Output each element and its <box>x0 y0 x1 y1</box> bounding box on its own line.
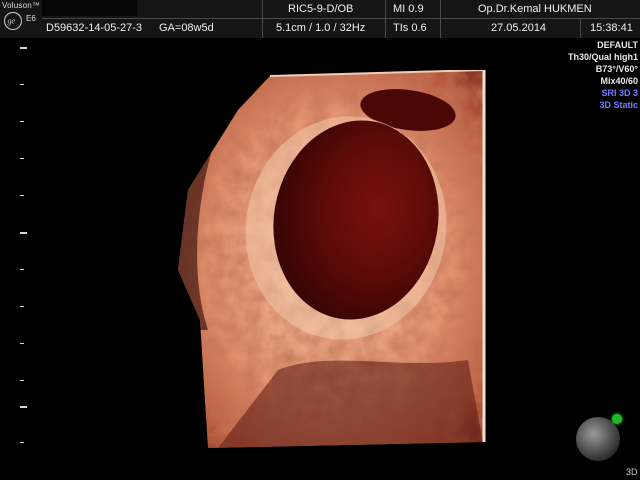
param-quality: Th30/Qual high1 <box>567 52 638 62</box>
gestational-age: GA=08w5d <box>159 22 214 34</box>
ruler-tick <box>20 406 27 408</box>
ruler-tick <box>20 195 24 196</box>
ge-logo-icon: ge <box>4 12 22 30</box>
brand-block: Voluson™ ge E6 <box>0 0 42 38</box>
redacted-name-block <box>42 0 137 16</box>
ruler-tick <box>20 121 24 122</box>
patient-id: D59632-14-05-27-3 <box>46 22 143 34</box>
param-sri: SRI 3D 3 <box>601 88 638 98</box>
model-label: E6 <box>26 14 36 23</box>
orientation-marker-icon <box>612 414 622 424</box>
header-divider <box>580 19 581 38</box>
header-row-divider <box>42 18 640 19</box>
ruler-tick <box>20 269 24 270</box>
param-mode: 3D Static <box>599 100 638 110</box>
header-divider <box>262 0 263 38</box>
header-divider <box>385 0 386 38</box>
ultrasound-3d-render[interactable] <box>178 69 486 448</box>
ruler-tick <box>20 158 24 159</box>
ruler-tick <box>20 84 24 85</box>
orientation-ball-icon[interactable] <box>576 417 620 461</box>
svg-text:ge: ge <box>8 17 16 26</box>
scan-params: 5.1cm / 1.0 / 32Hz <box>276 22 366 34</box>
ruler-tick <box>20 442 24 443</box>
ruler-tick <box>20 232 27 234</box>
header-divider <box>440 0 441 38</box>
param-mix: Mix40/60 <box>600 76 638 86</box>
mi-value: MI 0.9 <box>393 3 424 15</box>
ruler-tick <box>20 306 24 307</box>
doctor-name: Op.Dr.Kemal HUKMEN <box>478 3 592 15</box>
mode-3d-label: 3D <box>626 467 638 477</box>
param-preset: DEFAULT <box>597 40 638 50</box>
ruler-tick <box>20 47 27 49</box>
ruler-tick <box>20 380 24 381</box>
tis-value: TIs 0.6 <box>393 22 427 34</box>
exam-time: 15:38:41 <box>590 22 633 34</box>
ruler-tick <box>20 343 24 344</box>
header-bar: Voluson™ ge E6 RIC5-9-D/OB MI 0.9 Op.Dr.… <box>0 0 640 38</box>
brand-name: Voluson™ <box>2 1 41 10</box>
exam-date: 27.05.2014 <box>491 22 547 34</box>
param-angles: B73°/V60° <box>595 64 638 74</box>
probe-label: RIC5-9-D/OB <box>288 3 354 15</box>
